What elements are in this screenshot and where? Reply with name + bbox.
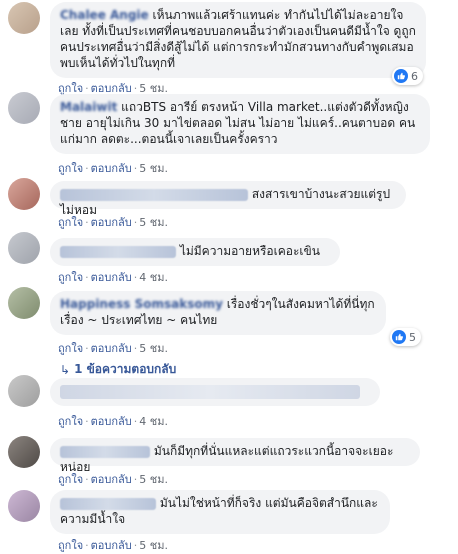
commenter-name-redacted[interactable] [60, 497, 156, 510]
timestamp[interactable]: 5 ชม. [139, 342, 168, 355]
avatar[interactable] [8, 287, 40, 319]
comment-actions: ถูกใจ · ตอบกลับ · 4 ชม. [58, 415, 168, 428]
comment-bubble: มันไม่ใช่หน้าที่ก็จริง แต่มันคือจิตสำนึก… [50, 490, 390, 534]
reply-button[interactable]: ตอบกลับ [91, 271, 132, 284]
comment-actions: ถูกใจ · ตอบกลับ · 5 ชม. [58, 342, 168, 355]
reply-button[interactable]: ตอบกลับ [91, 342, 132, 355]
reply-button[interactable]: ตอบกลับ [91, 162, 132, 175]
reply-button[interactable]: ตอบกลับ [91, 473, 132, 486]
reaction-count[interactable]: 6 [392, 67, 423, 85]
avatar[interactable] [8, 2, 40, 34]
view-replies-label: 1 ข้อความตอบกลับ [74, 362, 177, 376]
avatar[interactable] [8, 232, 40, 264]
comment-bubble: สงสารเขาบ้างนะสวยแต่รูปไม่หอม [50, 181, 406, 217]
comment-text-redacted [60, 384, 360, 399]
timestamp[interactable]: 4 ชม. [139, 271, 168, 284]
avatar[interactable] [8, 375, 40, 407]
avatar[interactable] [8, 178, 40, 210]
timestamp[interactable]: 5 ชม. [139, 162, 168, 175]
avatar[interactable] [8, 436, 40, 468]
timestamp[interactable]: 5 ชม. [139, 473, 168, 486]
comment-actions: ถูกใจ · ตอบกลับ · 5 ชม. [58, 162, 168, 175]
timestamp[interactable]: 4 ชม. [139, 415, 168, 428]
commenter-name[interactable]: Malaiwit [60, 100, 117, 114]
comment-actions: ถูกใจ · ตอบกลับ · 5 ชม. [58, 216, 168, 229]
comment-bubble: มันก็มีทุกที่นั่นแหละแต่แถวระแวกนี้อาจจะ… [50, 438, 420, 474]
reply-button[interactable]: ตอบกลับ [91, 216, 132, 229]
like-button[interactable]: ถูกใจ [58, 216, 83, 229]
like-button[interactable]: ถูกใจ [58, 162, 83, 175]
commenter-name[interactable]: Happiness Somsaksomy [60, 297, 223, 311]
reply-arrow-icon: ↳ [60, 362, 71, 377]
comment-bubble: Chalee Angie เห็นภาพแล้วเศร้าแทนค่ะ ทำกั… [50, 2, 426, 78]
reaction-count-value: 6 [411, 69, 418, 83]
avatar[interactable] [8, 490, 40, 522]
timestamp[interactable]: 5 ชม. [139, 216, 168, 229]
like-button[interactable]: ถูกใจ [58, 271, 83, 284]
comment-bubble: Happiness Somsaksomy เรื่องชั่วๆในสังคมห… [50, 291, 386, 335]
comment-actions: ถูกใจ · ตอบกลับ · 4 ชม. [58, 271, 168, 284]
comment-actions: ถูกใจ · ตอบกลับ · 5 ชม. [58, 473, 168, 486]
commenter-name[interactable]: Chalee Angie [60, 8, 149, 22]
timestamp[interactable]: 5 ชม. [139, 539, 168, 552]
like-button[interactable]: ถูกใจ [58, 342, 83, 355]
comment-bubble: ไม่มีความอายหรือเคอะเขิน [50, 238, 340, 266]
like-icon [392, 330, 406, 344]
like-button[interactable]: ถูกใจ [58, 415, 83, 428]
reply-button[interactable]: ตอบกลับ [91, 539, 132, 552]
reply-button[interactable]: ตอบกลับ [91, 415, 132, 428]
comment-actions: ถูกใจ · ตอบกลับ · 5 ชม. [58, 539, 168, 552]
commenter-name-redacted[interactable] [60, 188, 248, 201]
view-replies-link[interactable]: ↳ 1 ข้อความตอบกลับ [60, 360, 176, 379]
avatar[interactable] [8, 92, 40, 124]
reaction-count[interactable]: 5 [390, 328, 421, 346]
comment-bubble: Malaiwit แถวBTS อารีย์ ตรงหน้า Villa mar… [50, 94, 430, 154]
commenter-name-redacted[interactable] [60, 445, 150, 458]
like-icon [394, 69, 408, 83]
reaction-count-value: 5 [409, 330, 416, 344]
commenter-name-redacted[interactable] [60, 245, 176, 258]
like-button[interactable]: ถูกใจ [58, 473, 83, 486]
like-button[interactable]: ถูกใจ [58, 539, 83, 552]
comment-text: ไม่มีความอายหรือเคอะเขิน [179, 244, 320, 258]
comment-bubble [50, 378, 380, 406]
